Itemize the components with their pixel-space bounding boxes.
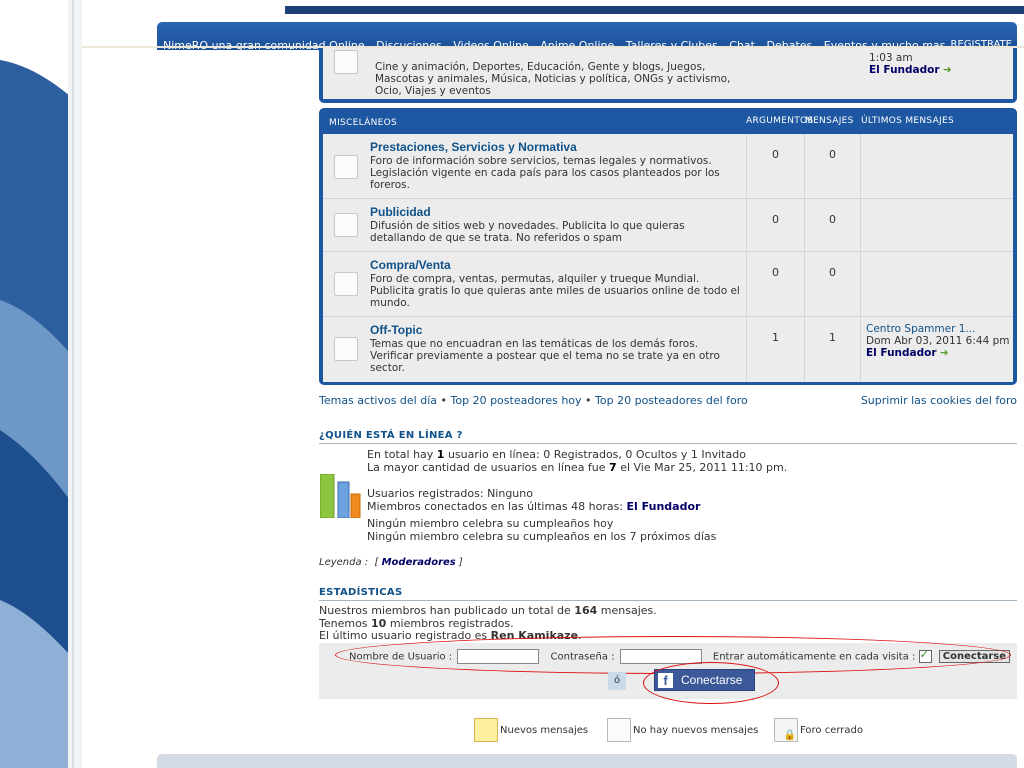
forum-description: Foro de compra, ventas, permutas, alquil…: [370, 273, 740, 309]
forum-title[interactable]: Compra/Venta: [370, 258, 740, 272]
forum-actions: Temas activos del día • Top 20 posteador…: [319, 394, 1017, 407]
legend-locked: 🔒 Foro cerrado: [774, 718, 863, 742]
forum-row: Compra/Venta Foro de compra, ventas, per…: [323, 252, 1013, 317]
forum-block-top: Cine y animación, Deportes, Educación, G…: [319, 48, 1017, 103]
topic-count: 0: [746, 199, 804, 251]
top-posters-forum-link[interactable]: Top 20 posteadores del foro: [595, 394, 748, 407]
last-post-cell: [860, 199, 1015, 251]
online-user-link[interactable]: El Fundador: [627, 500, 701, 513]
forum-row: Off-Topic Temas que no encuadran en las …: [323, 317, 1013, 382]
active-topics-link[interactable]: Temas activos del día: [319, 394, 437, 407]
legend: Leyenda : [ Moderadores ]: [319, 557, 463, 568]
go-to-post-icon[interactable]: ➜: [940, 347, 949, 359]
topic-count: 0: [746, 252, 804, 316]
top-posters-today-link[interactable]: Top 20 posteadores hoy: [451, 394, 582, 407]
moderators-link[interactable]: Moderadores: [382, 557, 456, 568]
column-header-topics: ARGUMENTOS: [746, 116, 814, 126]
birthday-info: Ningún miembro celebra su cumpleaños hoy…: [367, 517, 717, 543]
forum-row: Prestaciones, Servicios y Normativa Foro…: [323, 134, 1013, 199]
forum-status-icon: [334, 337, 358, 361]
forum-status-icon: [334, 155, 358, 179]
lock-icon: 🔒: [783, 730, 796, 741]
forum-title[interactable]: Prestaciones, Servicios y Normativa: [370, 140, 740, 154]
header-stripe: [285, 6, 1024, 14]
last-post-info: 1:03 am El Fundador ➜: [869, 52, 952, 76]
gutter-line: [72, 0, 74, 768]
last-post-date: Dom Abr 03, 2011 6:44 pm: [866, 335, 1010, 347]
forum-description: Difusión de sitios web y novedades. Publ…: [370, 220, 685, 244]
category-title[interactable]: MISCELÁNEOS: [329, 118, 397, 128]
forum-status-icon: [334, 213, 358, 237]
post-count: 0: [804, 252, 860, 316]
stats-chart-icon: [320, 474, 361, 518]
column-header-last: ÚLTIMOS MENSAJES: [861, 116, 955, 126]
or-label: ó: [608, 672, 626, 690]
last-post-user[interactable]: El Fundador: [869, 64, 940, 76]
no-new-posts-icon: [607, 718, 631, 742]
forum-row-partial: Cine y animación, Deportes, Educación, G…: [323, 48, 1013, 99]
last-post-cell: Centro Spammer 1... Dom Abr 03, 2011 6:4…: [860, 317, 1015, 382]
annotation-circle-facebook: [643, 662, 779, 704]
page-gutter: [68, 0, 82, 768]
post-count: 1: [804, 317, 860, 382]
section-title-online[interactable]: ¿QUIÉN ESTÁ EN LÍNEA ?: [319, 430, 1017, 444]
topic-count: 0: [746, 134, 804, 198]
post-count: 0: [804, 199, 860, 251]
post-count: 0: [804, 134, 860, 198]
last-post-title[interactable]: Centro Spammer 1...: [866, 323, 1015, 335]
forum-description: Foro de información sobre servicios, tem…: [370, 155, 720, 191]
delete-cookies-link[interactable]: Suprimir las cookies del foro: [861, 394, 1017, 407]
go-to-post-icon[interactable]: ➜: [943, 64, 952, 76]
forum-description: Cine y animación, Deportes, Educación, G…: [375, 61, 731, 97]
forum-description: Temas que no encuadran en las temáticas …: [370, 338, 720, 374]
legend-no-new-posts: No hay nuevos mensajes: [607, 718, 758, 742]
new-posts-icon: [474, 718, 498, 742]
forum-block-miscelaneos: MISCELÁNEOS ARGUMENTOS MENSAJES ÚLTIMOS …: [319, 108, 1017, 385]
forum-title[interactable]: Off-Topic: [370, 323, 740, 337]
forum-title[interactable]: Publicidad: [370, 205, 740, 219]
forum-row: Publicidad Difusión de sitios web y nove…: [323, 199, 1013, 252]
last-post-cell: [860, 134, 1015, 198]
online-summary: En total hay 1 usuario en línea: 0 Regis…: [367, 448, 788, 474]
forum-status-icon: [334, 272, 358, 296]
section-title-stats: ESTADÍSTICAS: [319, 587, 1017, 601]
last-post-user[interactable]: El Fundador: [866, 347, 937, 359]
online-registered: Usuarios registrados: Ninguno Miembros c…: [367, 487, 701, 513]
last-post-cell: [860, 252, 1015, 316]
last-post-time: 1:03 am: [869, 52, 913, 64]
category-header: MISCELÁNEOS ARGUMENTOS MENSAJES ÚLTIMOS …: [323, 108, 1013, 134]
footer-bar: [157, 754, 1017, 768]
forum-list: Prestaciones, Servicios y Normativa Foro…: [323, 134, 1013, 382]
legend-new-posts: Nuevos mensajes: [474, 718, 588, 742]
content-margin: [82, 0, 155, 768]
column-header-posts: MENSAJES: [805, 116, 854, 126]
forum-status-icon: [334, 50, 358, 74]
locked-forum-icon: 🔒: [774, 718, 798, 742]
topic-count: 1: [746, 317, 804, 382]
